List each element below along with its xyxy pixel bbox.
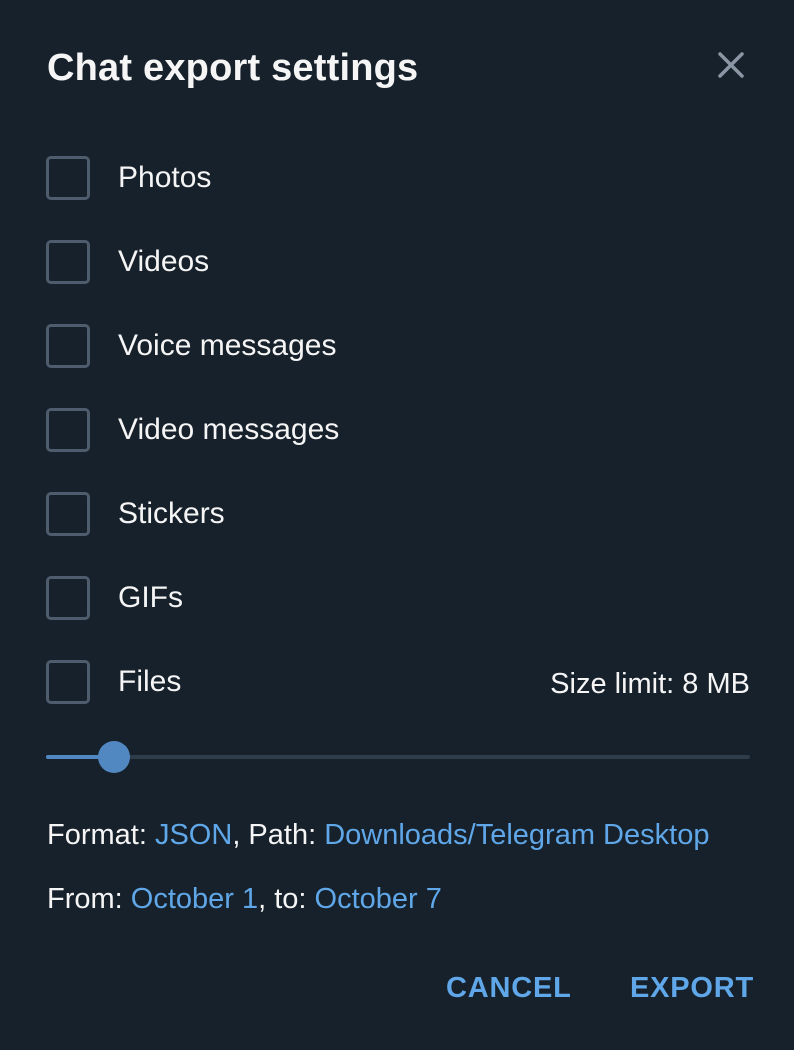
cancel-button[interactable]: CANCEL — [446, 968, 572, 1008]
option-label: Stickers — [118, 497, 225, 530]
option-gifs[interactable]: GIFs — [46, 574, 183, 622]
path-link[interactable]: Downloads/Telegram Desktop — [324, 819, 709, 851]
format-link[interactable]: JSON — [155, 819, 232, 851]
slider-track — [46, 755, 750, 759]
photos-checkbox[interactable] — [46, 156, 90, 200]
format-prefix: Format: — [47, 819, 155, 851]
stickers-checkbox[interactable] — [46, 492, 90, 536]
to-prefix: , to: — [258, 883, 315, 915]
option-videos[interactable]: Videos — [46, 238, 209, 286]
path-prefix: , Path: — [232, 819, 325, 851]
option-label: Files — [118, 665, 182, 698]
date-range-line: From: October 1, to: October 7 — [47, 879, 442, 919]
option-label: GIFs — [118, 581, 183, 614]
close-button[interactable] — [712, 46, 750, 84]
slider-thumb[interactable] — [98, 741, 130, 773]
to-date-link[interactable]: October 7 — [315, 883, 442, 915]
video-messages-checkbox[interactable] — [46, 408, 90, 452]
size-limit-slider[interactable] — [46, 740, 750, 774]
dialog-title: Chat export settings — [47, 47, 419, 89]
option-label: Voice messages — [118, 329, 337, 362]
option-label: Photos — [118, 161, 212, 194]
files-checkbox[interactable] — [46, 660, 90, 704]
option-video-messages[interactable]: Video messages — [46, 406, 339, 454]
from-prefix: From: — [47, 883, 131, 915]
gifs-checkbox[interactable] — [46, 576, 90, 620]
option-files[interactable]: Files — [46, 658, 181, 706]
close-icon — [718, 52, 744, 78]
chat-export-dialog: Chat export settings Photos Videos Voice… — [0, 0, 794, 1050]
option-photos[interactable]: Photos — [46, 154, 211, 202]
export-button[interactable]: EXPORT — [630, 968, 754, 1008]
format-path-line: Format: JSON, Path: Downloads/Telegram D… — [47, 815, 709, 855]
option-stickers[interactable]: Stickers — [46, 490, 225, 538]
option-label: Video messages — [118, 413, 340, 446]
voice-messages-checkbox[interactable] — [46, 324, 90, 368]
option-voice-messages[interactable]: Voice messages — [46, 322, 336, 370]
size-limit-label: Size limit: 8 MB — [550, 668, 750, 700]
option-label: Videos — [118, 245, 210, 278]
from-date-link[interactable]: October 1 — [131, 883, 258, 915]
videos-checkbox[interactable] — [46, 240, 90, 284]
